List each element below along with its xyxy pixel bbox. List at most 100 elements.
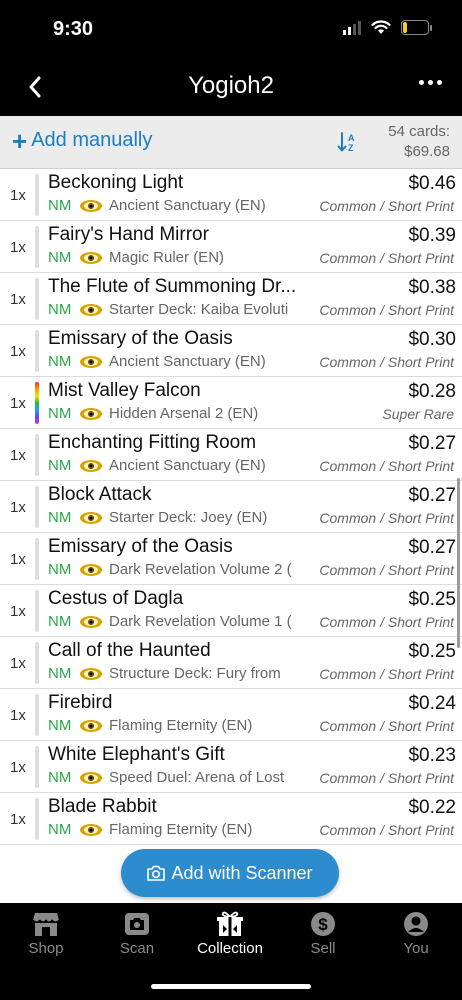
card-row[interactable]: 1x Cestus of Dagla $0.25 NM Dark Revelation … — [0, 585, 462, 637]
card-details: NM Ancient Sanctuary (EN) Common / Short P… — [48, 197, 458, 217]
dollar-icon: $ — [311, 912, 335, 936]
card-row[interactable]: 1x Emissary of the Oasis $0.30 NM Ancient Sa… — [0, 325, 462, 377]
plus-icon: + — [12, 125, 28, 156]
card-condition: NM — [48, 301, 72, 318]
card-row[interactable]: 1x Mist Valley Falcon $0.28 NM Hidden Arsena… — [0, 377, 462, 429]
card-name: The Flute of Summoning Dr... — [48, 276, 297, 297]
card-quantity: 1x — [10, 291, 26, 308]
tab-you[interactable]: You — [370, 909, 462, 957]
card-condition: NM — [48, 821, 72, 838]
card-row[interactable]: 1x Fairy's Hand Mirror $0.39 NM Magic Ruler … — [0, 221, 462, 273]
card-price: $0.27 — [408, 485, 456, 506]
card-row[interactable]: 1x The Flute of Summoning Dr... $0.38 NM Sta… — [0, 273, 462, 325]
card-set: Starter Deck: Kaiba Evoluti — [109, 301, 289, 318]
card-row[interactable]: 1x White Elephant's Gift $0.23 NM Speed Duel… — [0, 741, 462, 793]
card-rarity: Super Rare — [380, 406, 454, 422]
card-quantity: 1x — [10, 551, 26, 568]
card-row[interactable]: 1x Firebird $0.24 NM Flaming Eternity (EN) Co… — [0, 689, 462, 741]
card-rarity: Common / Short Print — [317, 302, 454, 318]
card-set: Starter Deck: Joey (EN) — [109, 509, 268, 526]
card-price: $0.22 — [408, 797, 456, 818]
card-row[interactable]: 1x Call of the Haunted $0.25 NM Structure De… — [0, 637, 462, 689]
tab-sell[interactable]: $ Sell — [277, 909, 369, 957]
tab-scan[interactable]: Scan — [91, 909, 183, 957]
card-price: $0.38 — [408, 277, 456, 298]
page-title: Yogioh2 — [188, 72, 274, 99]
add-with-scanner-button[interactable]: Add with Scanner — [121, 849, 339, 897]
camera-icon — [125, 913, 149, 935]
card-name: Emissary of the Oasis — [48, 536, 233, 557]
rarity-indicator — [35, 278, 39, 320]
rarity-indicator — [35, 486, 39, 528]
collection-icon — [217, 911, 243, 936]
eye-of-anubis-icon — [79, 407, 103, 425]
card-details: NM Flaming Eternity (EN) Common / Short Pr… — [48, 821, 458, 841]
sort-icon[interactable]: A Z — [337, 131, 359, 153]
card-details: NM Magic Ruler (EN) Common / Short Print — [48, 249, 458, 269]
card-row[interactable]: 1x Emissary of the Oasis $0.27 NM Dark Revel… — [0, 533, 462, 585]
more-options-button[interactable] — [419, 80, 442, 85]
card-details: NM Speed Duel: Arena of Lost Common / Shor… — [48, 769, 458, 789]
card-row[interactable]: 1x Blade Rabbit $0.22 NM Flaming Eternity (E… — [0, 793, 462, 845]
card-row[interactable]: 1x Beckoning Light $0.46 NM Ancient Sanctuar… — [0, 169, 462, 221]
card-price: $0.27 — [408, 537, 456, 558]
card-name: Firebird — [48, 692, 113, 713]
card-price: $0.27 — [408, 433, 456, 454]
battery-icon: 17 — [401, 20, 429, 35]
add-manually-button[interactable]: + Add manually — [12, 125, 152, 156]
card-details: NM Structure Deck: Fury from Common / Shor… — [48, 665, 458, 685]
card-list[interactable]: 1x Beckoning Light $0.46 NM Ancient Sanctuar… — [0, 169, 462, 849]
cellular-signal-icon — [343, 20, 361, 35]
card-condition: NM — [48, 665, 72, 682]
card-set: Dark Revelation Volume 1 ( — [109, 613, 292, 630]
rarity-indicator — [35, 434, 39, 476]
more-dot-icon — [419, 80, 424, 85]
card-condition: NM — [48, 769, 72, 786]
eye-of-anubis-icon — [79, 511, 103, 529]
cards-total: $69.68 — [404, 143, 450, 160]
card-set: Magic Ruler (EN) — [109, 249, 225, 266]
battery-level: 17 — [408, 20, 422, 32]
card-quantity: 1x — [10, 395, 26, 412]
card-price: $0.25 — [408, 589, 456, 610]
card-quantity: 1x — [10, 239, 26, 256]
card-set: Hidden Arsenal 2 (EN) — [109, 405, 259, 422]
card-condition: NM — [48, 717, 72, 734]
shop-icon — [32, 913, 60, 936]
eye-of-anubis-icon — [79, 615, 103, 633]
card-rarity: Common / Short Print — [317, 666, 454, 682]
eye-of-anubis-icon — [79, 199, 103, 217]
scrollbar[interactable] — [457, 478, 460, 648]
tab-shop[interactable]: Shop — [0, 909, 92, 957]
card-row[interactable]: 1x Enchanting Fitting Room $0.27 NM Ancient … — [0, 429, 462, 481]
eye-of-anubis-icon — [79, 771, 103, 789]
eye-of-anubis-icon — [79, 719, 103, 737]
card-condition: NM — [48, 457, 72, 474]
card-row[interactable]: 1x Block Attack $0.27 NM Starter Deck: Joey … — [0, 481, 462, 533]
card-rarity: Common / Short Print — [317, 198, 454, 214]
tab-collection-label: Collection — [197, 940, 263, 957]
card-rarity: Common / Short Print — [317, 718, 454, 734]
card-name: Beckoning Light — [48, 172, 184, 193]
card-quantity: 1x — [10, 707, 26, 724]
tab-bar: Shop Scan Collection $ Sell You — [0, 903, 462, 1000]
card-rarity: Common / Short Print — [317, 614, 454, 630]
tab-sell-label: Sell — [310, 940, 336, 957]
card-details: NM Flaming Eternity (EN) Common / Short Pr… — [48, 717, 458, 737]
card-condition: NM — [48, 509, 72, 526]
card-price: $0.24 — [408, 693, 456, 714]
card-set: Flaming Eternity (EN) — [109, 717, 253, 734]
card-name: Blade Rabbit — [48, 796, 157, 817]
eye-of-anubis-icon — [79, 251, 103, 269]
card-rarity: Common / Short Print — [317, 770, 454, 786]
card-name: White Elephant's Gift — [48, 744, 225, 765]
eye-of-anubis-icon — [79, 355, 103, 373]
eye-of-anubis-icon — [79, 667, 103, 685]
rarity-indicator — [35, 174, 39, 216]
card-rarity: Common / Short Print — [317, 510, 454, 526]
svg-text:$: $ — [318, 915, 328, 934]
eye-of-anubis-icon — [79, 823, 103, 841]
tab-collection[interactable]: Collection — [184, 909, 276, 957]
home-indicator — [151, 984, 311, 989]
tab-scan-label: Scan — [119, 940, 155, 957]
